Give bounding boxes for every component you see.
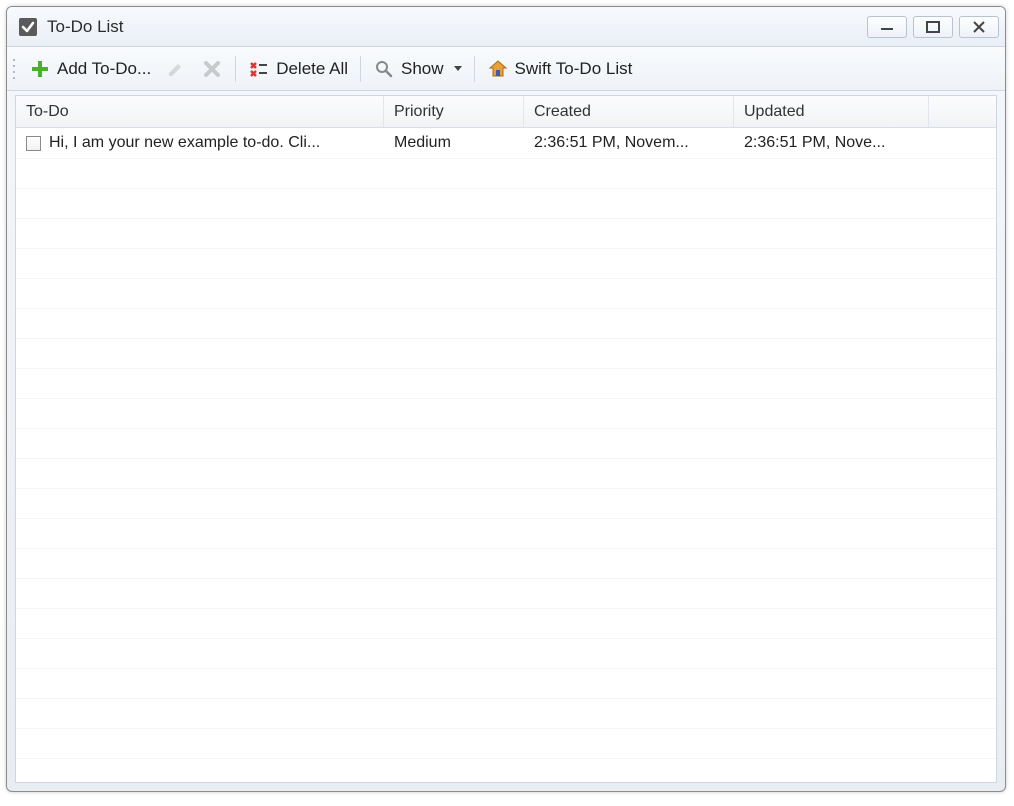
home-icon [487,58,509,80]
column-headers: To-Do Priority Created Updated [16,96,996,128]
titlebar: To-Do List [7,7,1005,47]
app-window: To-Do List Add To-Do... [6,6,1006,792]
maximize-button[interactable] [913,16,953,38]
swift-todo-button[interactable]: Swift To-Do List [481,55,639,83]
close-button[interactable] [959,16,999,38]
pencil-icon [165,58,187,80]
x-icon [201,58,223,80]
column-header-created[interactable]: Created [524,96,734,127]
list-rows: Hi, I am your new example to-do. Cli... … [16,128,996,782]
todo-checkbox[interactable] [26,136,41,151]
toolbar-grip [11,57,19,81]
window-controls [867,16,999,38]
priority-cell: Medium [384,134,524,152]
window-title: To-Do List [47,17,867,37]
updated-cell: 2:36:51 PM, Nove... [734,134,929,152]
column-header-extra [929,96,996,127]
add-todo-button[interactable]: Add To-Do... [23,55,157,83]
chevron-down-icon [454,66,462,71]
show-label: Show [401,59,444,79]
add-todo-label: Add To-Do... [57,59,151,79]
column-header-updated[interactable]: Updated [734,96,929,127]
show-button[interactable]: Show [367,55,468,83]
table-row[interactable]: Hi, I am your new example to-do. Cli... … [16,128,996,158]
toolbar-separator [235,56,236,82]
grid-lines [16,158,996,782]
delete-all-button[interactable]: Delete All [242,55,354,83]
app-icon [17,16,39,38]
swift-todo-label: Swift To-Do List [515,59,633,79]
toolbar-separator [360,56,361,82]
todo-text: Hi, I am your new example to-do. Cli... [49,134,320,152]
column-header-priority[interactable]: Priority [384,96,524,127]
delete-all-icon [248,58,270,80]
edit-button [159,55,193,83]
delete-button [195,55,229,83]
delete-all-label: Delete All [276,59,348,79]
minimize-button[interactable] [867,16,907,38]
toolbar-separator [474,56,475,82]
created-cell: 2:36:51 PM, Novem... [524,134,734,152]
column-header-todo[interactable]: To-Do [16,96,384,127]
magnifier-icon [373,58,395,80]
todo-list: To-Do Priority Created Updated Hi, I am … [15,95,997,783]
toolbar: Add To-Do... Delete All [7,47,1005,91]
plus-icon [29,58,51,80]
